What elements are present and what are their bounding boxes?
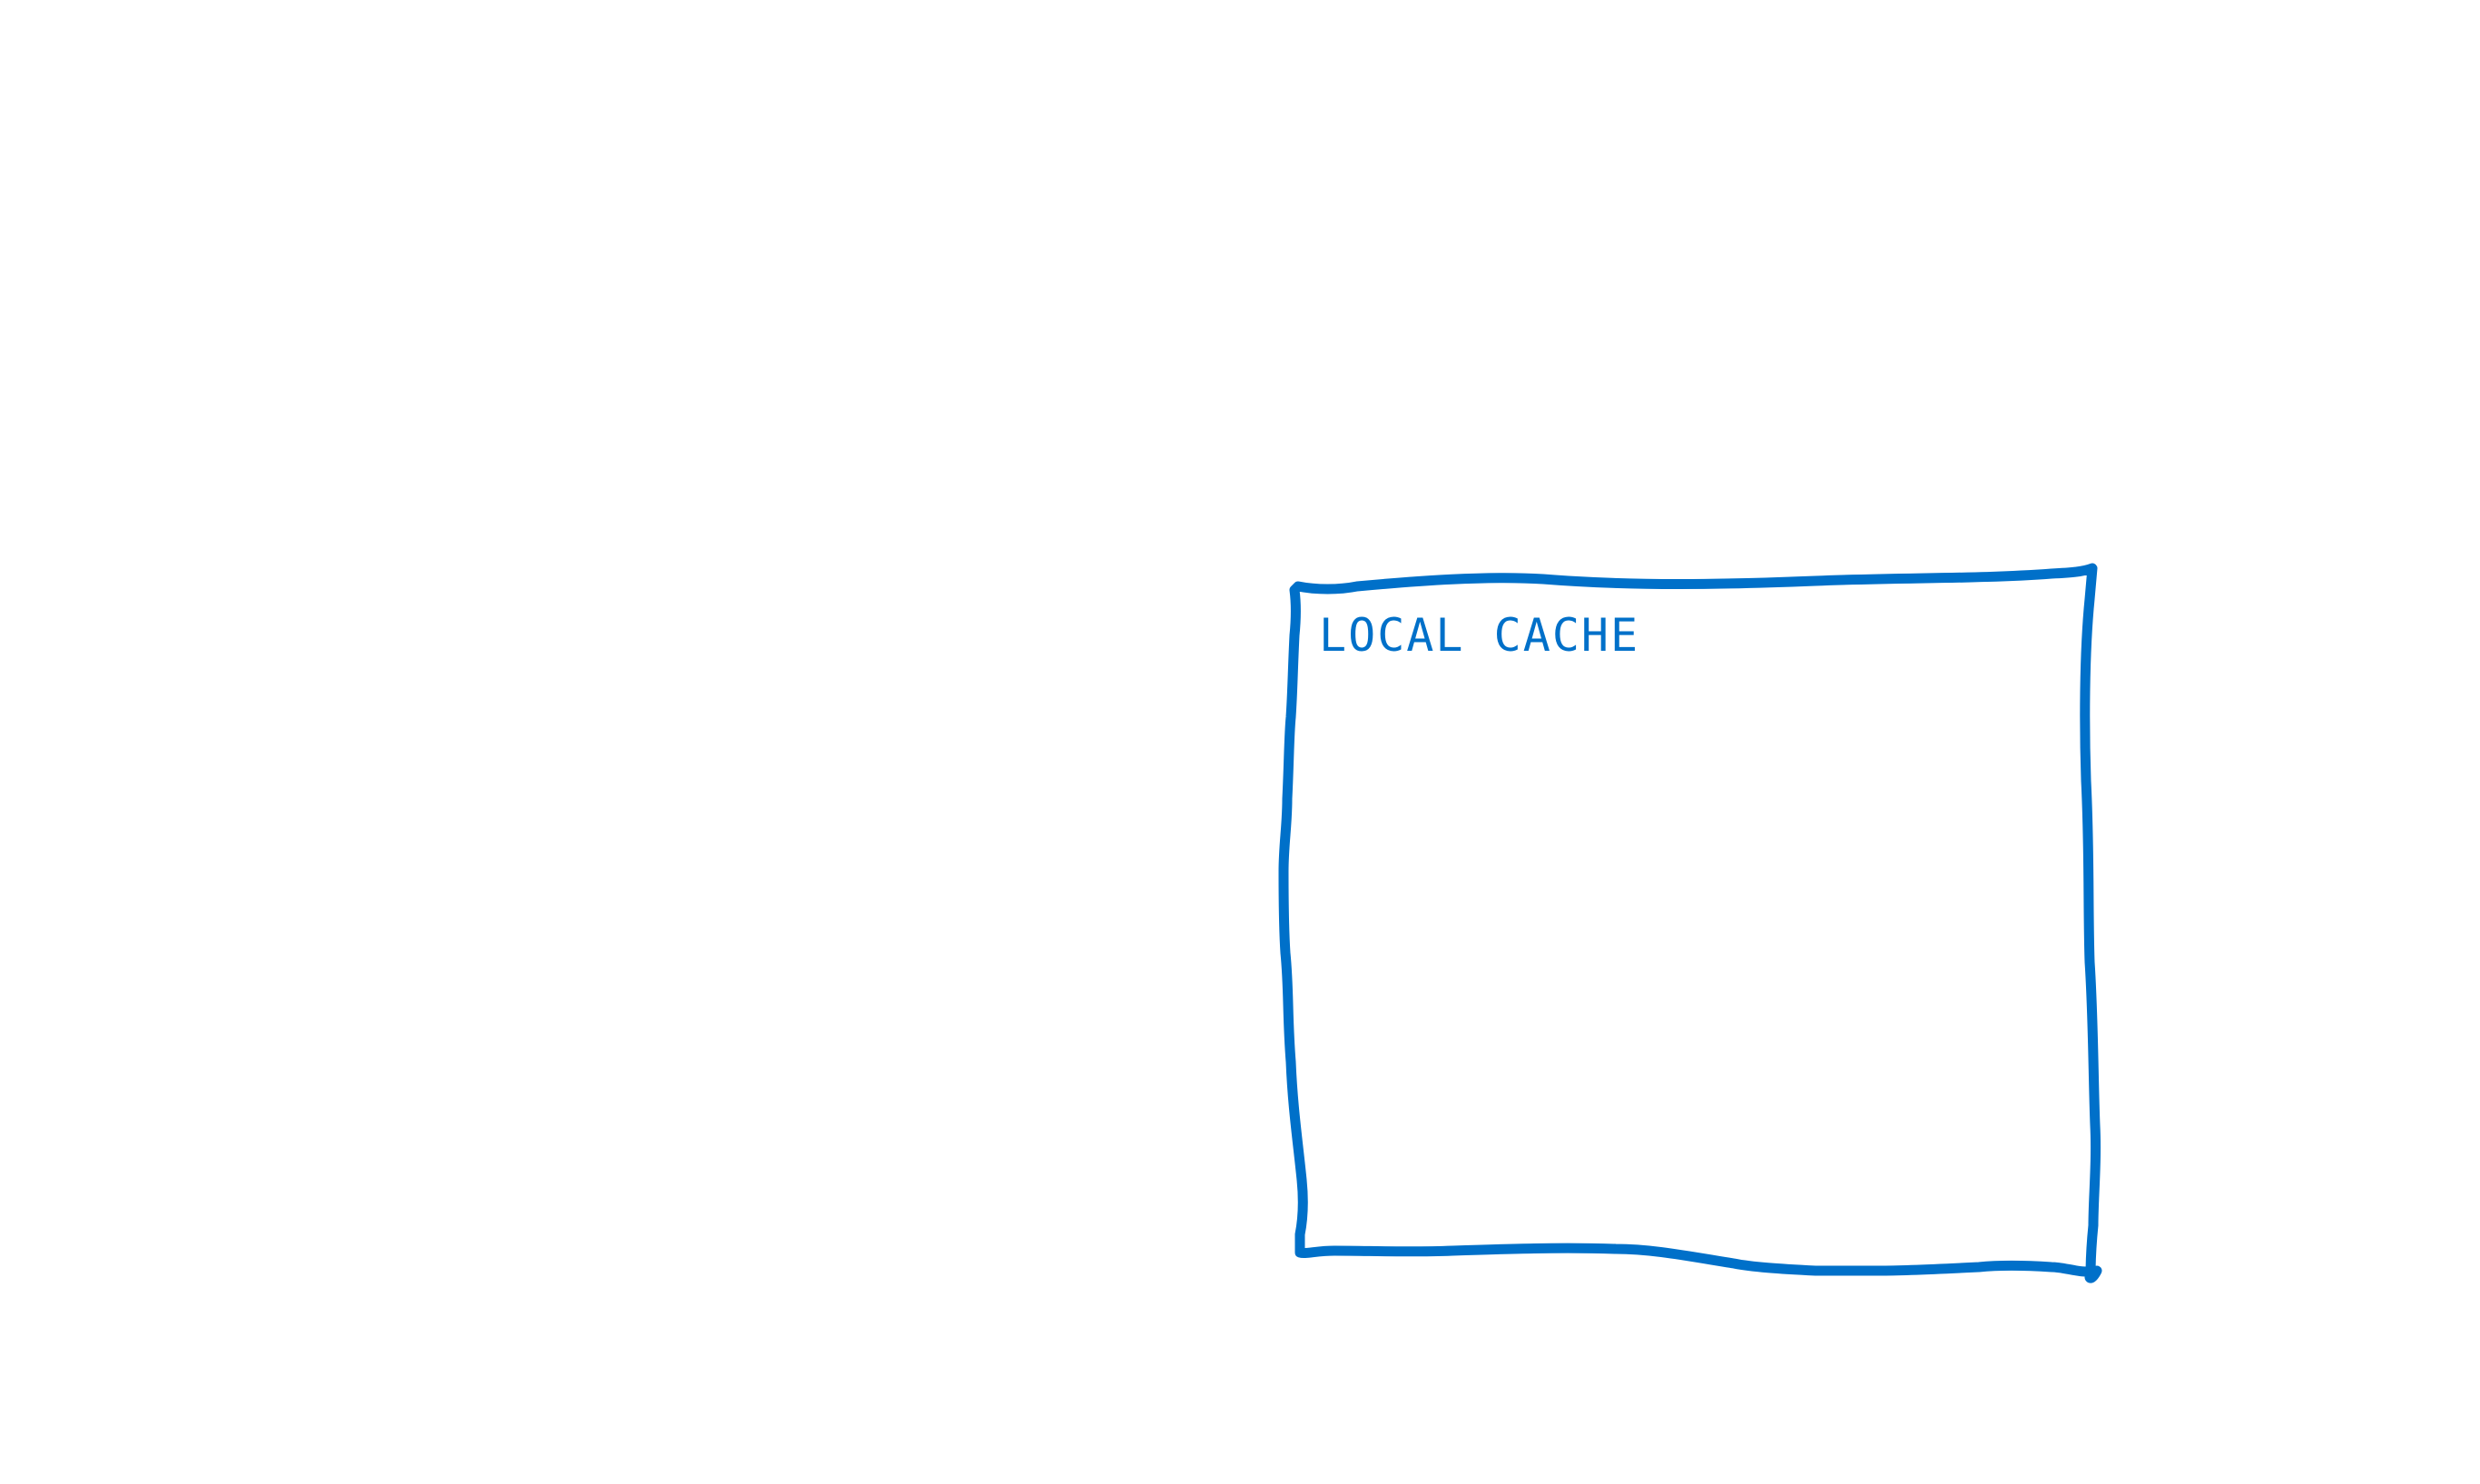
- local-cache-node[interactable]: LOCAL CACHE: [1278, 563, 2102, 1283]
- local-cache-box[interactable]: [1278, 563, 2102, 1283]
- local-cache-label: LOCAL CACHE: [1319, 609, 1639, 662]
- diagram-canvas: LOCAL CACHE: [1278, 563, 2102, 1283]
